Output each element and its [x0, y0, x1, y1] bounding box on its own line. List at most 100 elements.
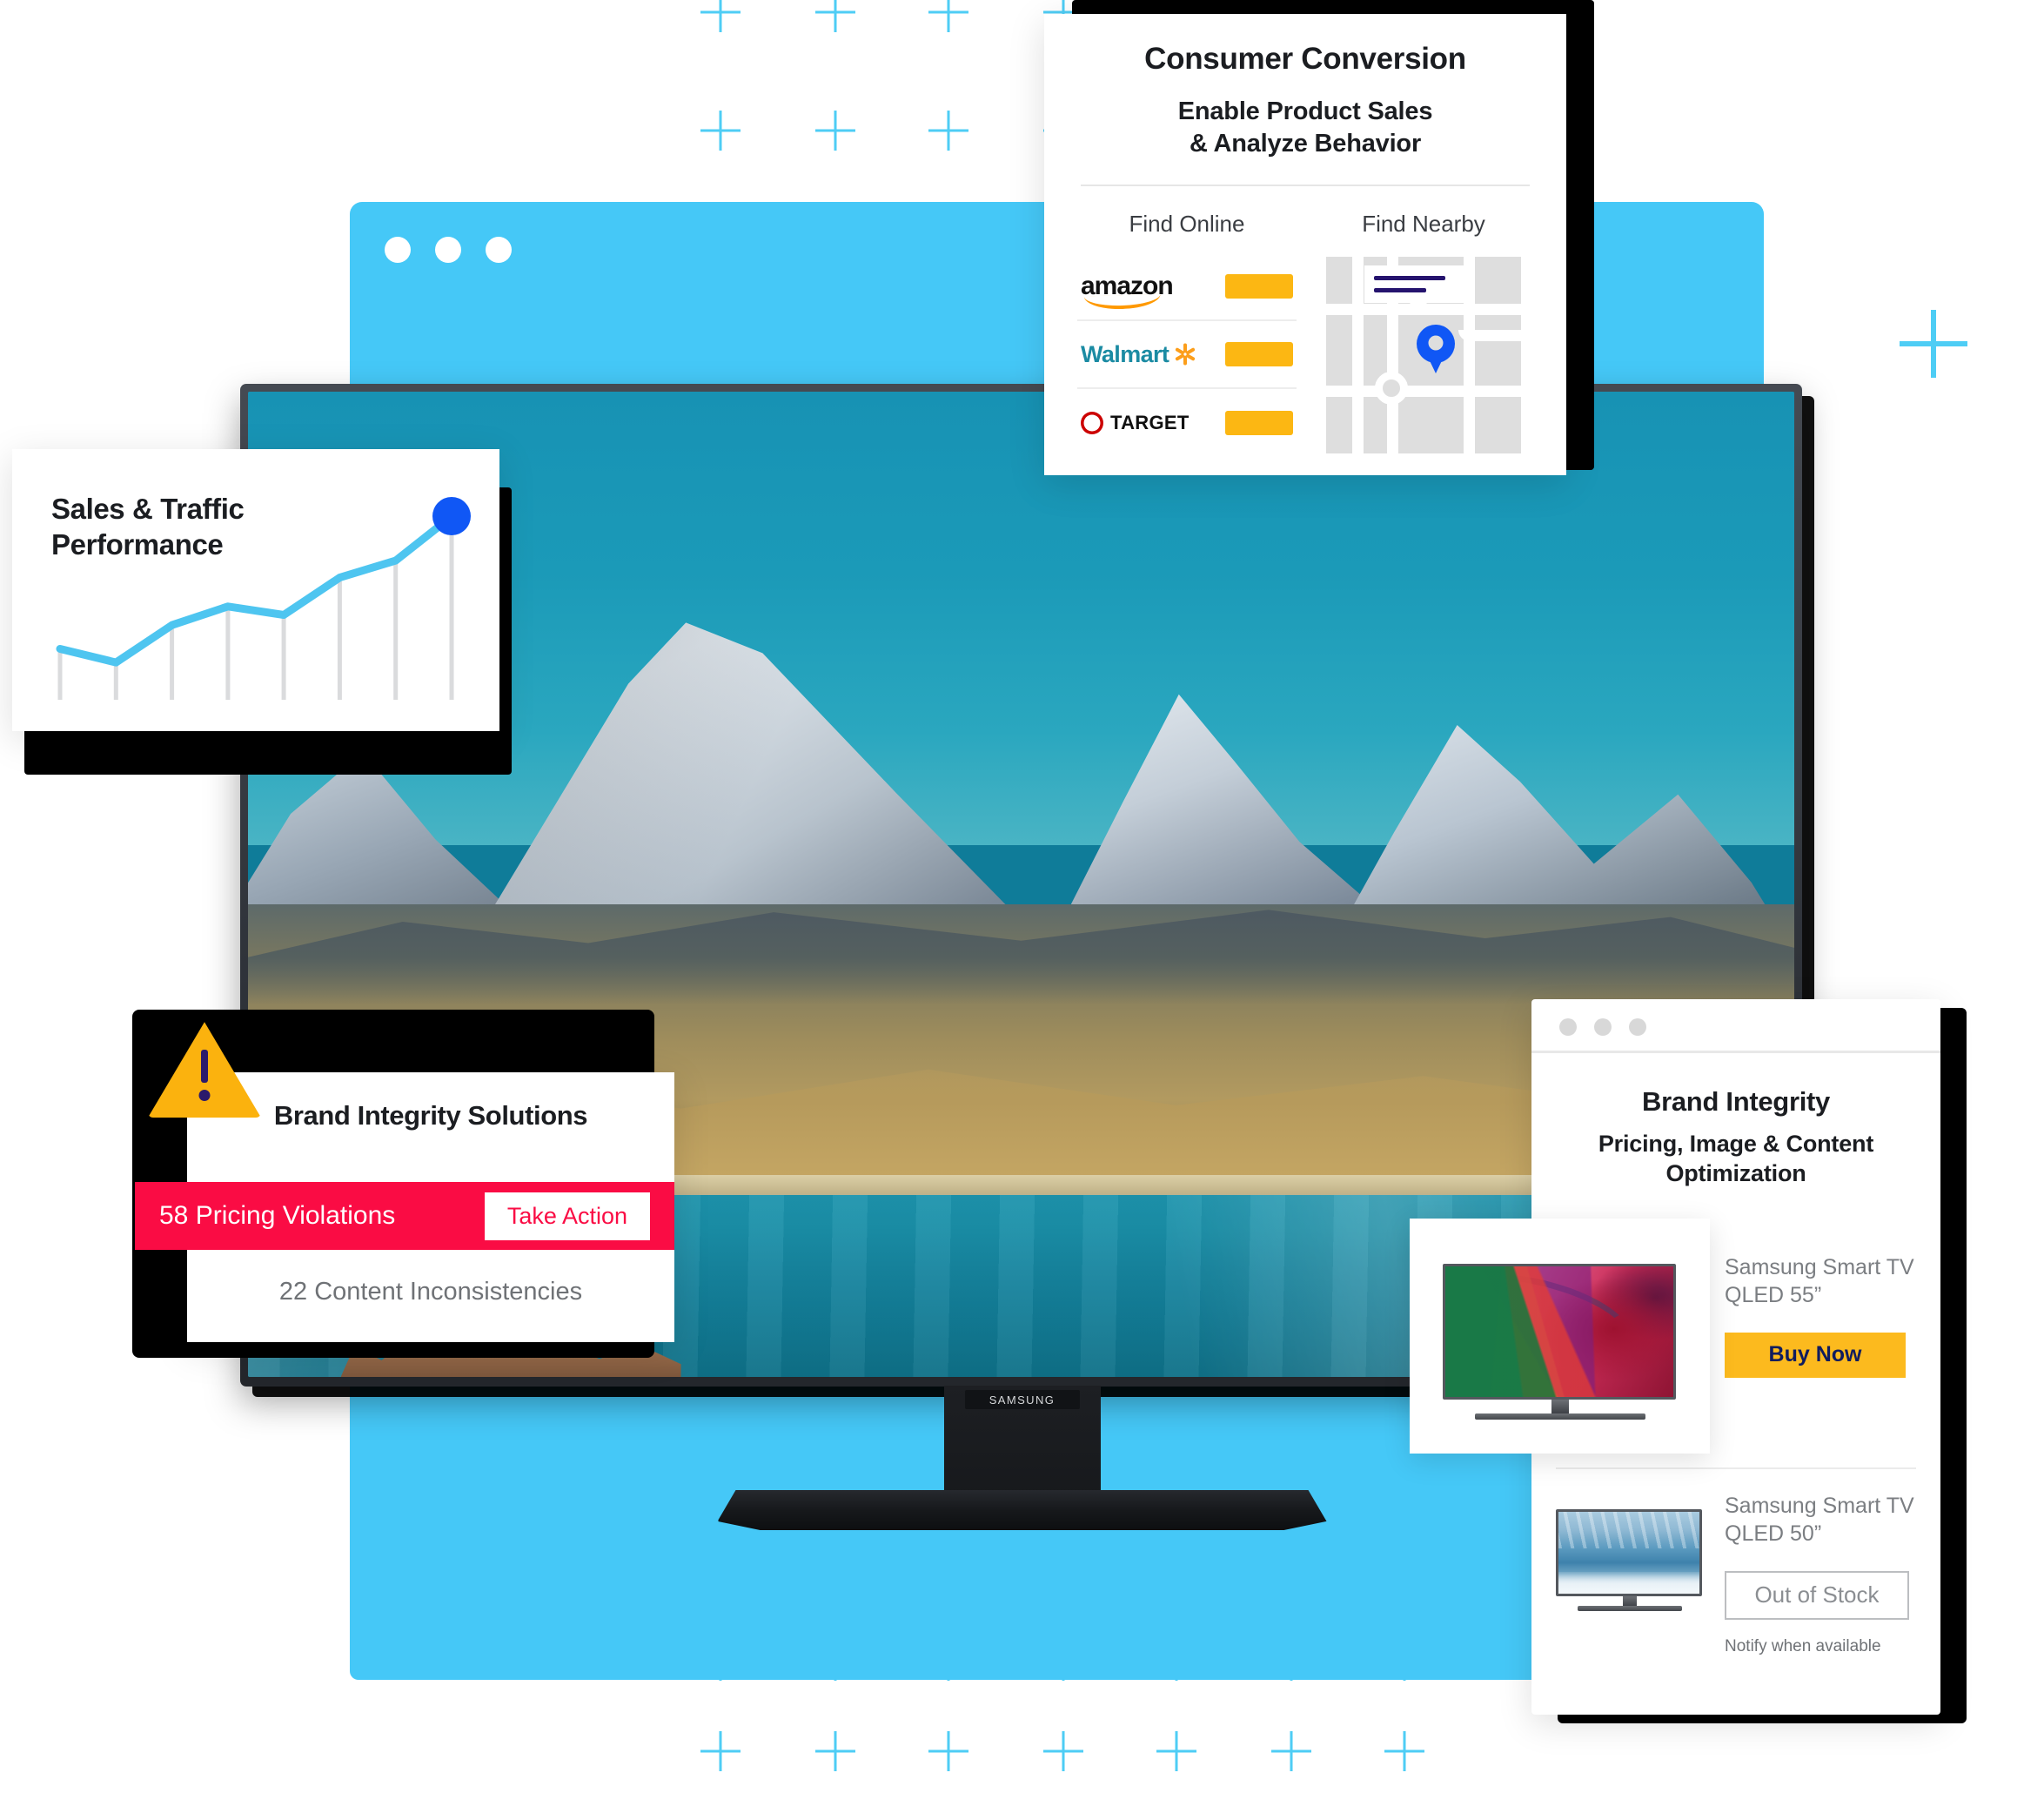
find-online-column: Find Online amazon Walmart TARGET — [1077, 200, 1297, 457]
product-2-name-line-1: Samsung Smart TV — [1725, 1493, 1914, 1518]
panel-dot-2[interactable] — [1594, 1018, 1612, 1036]
map-pin-head — [1417, 325, 1455, 364]
sales-title-line-1: Sales & Traffic — [51, 493, 245, 525]
warning-exclamation-bar — [201, 1050, 208, 1083]
cross-icon — [928, 1731, 968, 1771]
product-2-stand-base — [1578, 1605, 1682, 1611]
panel-titlebar — [1531, 999, 1940, 1053]
cross-icon — [1043, 1731, 1083, 1771]
target-wordmark: TARGET — [1110, 412, 1190, 434]
target-buy-button[interactable] — [1225, 411, 1293, 436]
cross-icon — [1156, 1731, 1196, 1771]
popup-tail — [1410, 303, 1427, 313]
window-dot-1[interactable] — [385, 237, 411, 263]
product-1-wallpaper — [1445, 1266, 1673, 1397]
brand-integrity-subtitle: Pricing, Image & Content Optimization — [1531, 1130, 1940, 1189]
buy-now-button[interactable]: Buy Now — [1725, 1332, 1906, 1378]
cross-icon — [1271, 1731, 1311, 1771]
product-1-info: Samsung Smart TV QLED 55” Buy Now — [1725, 1253, 1916, 1378]
chart-bar — [393, 561, 399, 700]
product-2-info: Samsung Smart TV QLED 50” Out of Stock N… — [1725, 1492, 1916, 1656]
chart-bar — [57, 648, 63, 700]
amazon-smile-icon — [1083, 293, 1162, 311]
find-nearby-column: Find Nearby — [1314, 200, 1533, 457]
divider — [1081, 185, 1530, 187]
cross-icon — [1900, 310, 1967, 378]
brand-integrity-title: Brand Integrity — [1642, 1086, 1830, 1117]
cross-icon — [928, 0, 968, 32]
product-2-name: Samsung Smart TV QLED 50” — [1725, 1492, 1916, 1548]
retailer-row-target[interactable]: TARGET — [1077, 389, 1297, 457]
target-logo-icon: TARGET — [1081, 412, 1190, 435]
consumer-conversion-subtitle: Enable Product Sales & Analyze Behavior — [1044, 96, 1566, 160]
panel-subtitle-line-1: Pricing, Image & Content — [1598, 1131, 1874, 1157]
product-1-screen — [1443, 1264, 1676, 1400]
window-controls — [385, 237, 512, 263]
window-dot-2[interactable] — [435, 237, 461, 263]
consumer-conversion-title: Consumer Conversion — [1144, 42, 1466, 76]
sales-traffic-title: Sales & Traffic Performance — [51, 491, 245, 563]
product-1-name-line-2: QLED 55” — [1725, 1283, 1822, 1307]
mini-map[interactable] — [1326, 257, 1521, 454]
sales-title-line-2: Performance — [51, 528, 224, 561]
pricing-violations-alert: 58 Pricing Violations Take Action — [135, 1182, 674, 1250]
cross-icon — [815, 0, 855, 32]
chart-bar — [449, 516, 454, 700]
amazon-buy-button[interactable] — [1225, 274, 1293, 299]
panel-dot-3[interactable] — [1629, 1018, 1646, 1036]
tv-stand-base — [717, 1490, 1327, 1530]
panel-subtitle-line-2: Optimization — [1665, 1159, 1806, 1186]
panel-dot-1[interactable] — [1559, 1018, 1577, 1036]
product-1-thumbnail — [1443, 1264, 1678, 1420]
panel-divider — [1556, 1467, 1916, 1469]
cross-icon — [700, 0, 741, 32]
subtitle-line-2: & Analyze Behavior — [1189, 130, 1422, 158]
page-root: SAMSUNG Sales & Traffic Performance Cons… — [0, 0, 2044, 1813]
sales-traffic-card: Sales & Traffic Performance — [12, 449, 499, 731]
cross-icon — [815, 111, 855, 151]
content-inconsistencies-text: 22 Content Inconsistencies — [278, 1278, 583, 1306]
map-road-v1 — [1352, 257, 1364, 454]
map-roundabout — [1375, 372, 1408, 406]
map-pin-icon[interactable] — [1417, 325, 1455, 374]
walmart-buy-button[interactable] — [1225, 342, 1293, 367]
product-2-wallpaper — [1558, 1511, 1699, 1594]
walmart-spark-icon — [1175, 343, 1196, 366]
tv-brand-label: SAMSUNG — [964, 1390, 1080, 1409]
chart-bar — [113, 662, 118, 700]
chart-bar — [281, 614, 286, 700]
retailer-row-walmart[interactable]: Walmart — [1077, 321, 1297, 390]
chart-bar — [170, 625, 175, 700]
map-info-popup — [1364, 265, 1467, 313]
product-row-2: Samsung Smart TV QLED 50” Out of Stock N… — [1531, 1492, 1940, 1656]
find-nearby-heading: Find Nearby — [1362, 211, 1485, 238]
consumer-conversion-card: Consumer Conversion Enable Product Sales… — [1044, 14, 1566, 475]
find-online-heading: Find Online — [1129, 211, 1245, 238]
product-1-name: Samsung Smart TV QLED 55” — [1725, 1253, 1916, 1310]
product-1-stand-base — [1475, 1413, 1645, 1420]
warning-triangle-icon — [148, 1020, 261, 1118]
cross-icon — [928, 111, 968, 151]
popup-line-1 — [1374, 276, 1445, 281]
consumer-conversion-columns: Find Online amazon Walmart TARGET Find N… — [1044, 200, 1566, 457]
warning-exclamation-dot — [198, 1090, 211, 1101]
chart-bar — [225, 606, 231, 701]
product-2-name-line-2: QLED 50” — [1725, 1521, 1822, 1546]
out-of-stock-button[interactable]: Out of Stock — [1725, 1570, 1909, 1620]
map-road-curve — [1458, 330, 1521, 342]
target-bullseye-icon — [1081, 412, 1103, 435]
pricing-violations-text: 58 Pricing Violations — [159, 1201, 396, 1230]
subtitle-line-1: Enable Product Sales — [1177, 97, 1433, 125]
take-action-button[interactable]: Take Action — [484, 1192, 650, 1240]
window-dot-3[interactable] — [486, 237, 512, 263]
cross-icon — [700, 111, 741, 151]
cross-icon — [815, 1731, 855, 1771]
product-1-name-line-1: Samsung Smart TV — [1725, 1254, 1914, 1279]
walmart-wordmark: Walmart — [1081, 340, 1169, 367]
cross-icon — [1384, 1731, 1424, 1771]
chart-bar — [337, 577, 342, 700]
product-1-thumbnail-card — [1410, 1219, 1710, 1454]
amazon-logo-icon: amazon — [1081, 273, 1174, 311]
notify-when-available-link[interactable]: Notify when available — [1725, 1637, 1916, 1656]
retailer-row-amazon[interactable]: amazon — [1077, 253, 1297, 322]
